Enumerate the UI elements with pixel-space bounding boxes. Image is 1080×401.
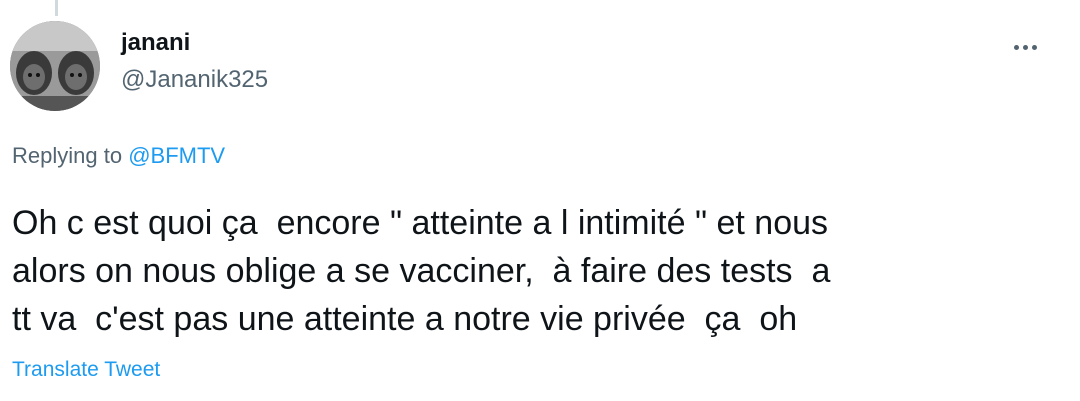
tweet-text-line: alors on nous oblige a se vacciner, à fa…	[12, 252, 831, 290]
replying-to: Replying to @BFMTV	[12, 143, 225, 169]
more-horizontal-icon-dot	[1022, 44, 1028, 50]
thread-connector-line	[55, 0, 58, 16]
more-options-button[interactable]	[1000, 30, 1050, 64]
author-handle[interactable]: @Jananik325	[121, 66, 268, 94]
author-name[interactable]: janani	[121, 29, 190, 57]
avatar-image	[10, 21, 100, 111]
translate-tweet-link[interactable]: Translate Tweet	[12, 358, 160, 382]
more-horizontal-icon-dot	[1031, 44, 1037, 50]
tweet-text-line: tt va c'est pas une atteinte a notre vie…	[12, 300, 798, 338]
tweet-text-line: Oh c est quoi ça encore " atteinte a l i…	[12, 204, 829, 242]
avatar[interactable]	[10, 21, 100, 111]
tweet-text: Oh c est quoi ça encore " atteinte a l i…	[12, 199, 1072, 343]
more-horizontal-icon	[1013, 44, 1019, 50]
replying-to-label: Replying to	[12, 143, 129, 168]
reply-mention-link[interactable]: @BFMTV	[128, 143, 225, 168]
